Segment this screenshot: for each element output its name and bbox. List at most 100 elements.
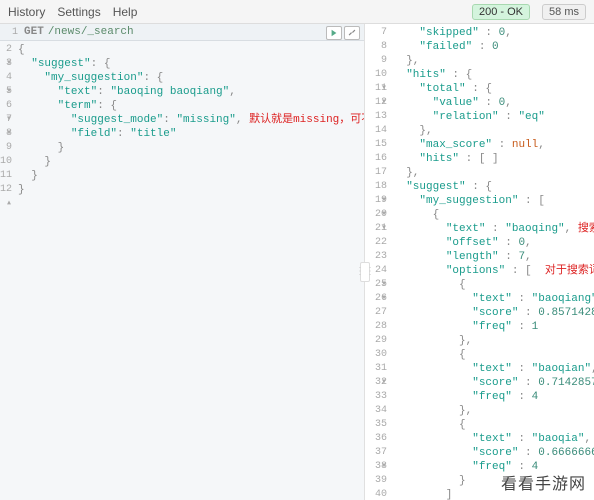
code-line: "text" : "baoqian", (393, 362, 594, 376)
line-number: 3 (0, 57, 18, 71)
timing-badge: 58 ms (542, 4, 586, 20)
options-button[interactable] (344, 26, 360, 40)
code-line: "my_suggestion": { (18, 71, 364, 85)
code-line: "hits" : { (393, 68, 594, 82)
code-line: "text": "baoqing baoqiang", (18, 85, 364, 99)
code-line: }, (393, 124, 594, 138)
code-line: }, (393, 334, 594, 348)
main-split: 1 GET /news/_search 2 ▾3 4 ▾5 6 ▾7 ▾8 9 … (0, 24, 594, 500)
code-line: } (18, 169, 364, 183)
line-number: 12 (365, 96, 393, 110)
code-line: "relation" : "eq" (393, 110, 594, 124)
line-number: 35 (365, 418, 393, 432)
code-line: "text" : "baoqiang", (393, 292, 594, 306)
code-line: "my_suggestion" : [ (393, 194, 594, 208)
code-line: { (393, 278, 594, 292)
code-line: "score" : 0.85714287, (393, 306, 594, 320)
line-number: 1 (0, 27, 24, 38)
line-number: 8 (365, 40, 393, 54)
code-line: "score" : 0.71428573, (393, 376, 594, 390)
line-number: 17 (365, 166, 393, 180)
code-line: "options" : [ 对于搜索词的建议词 (393, 264, 594, 278)
line-number: 15 (365, 138, 393, 152)
line-number: 33 (365, 390, 393, 404)
line-number: 10 ▾ (365, 68, 393, 82)
line-number: 36 (365, 432, 393, 446)
line-number: 10 (0, 155, 18, 169)
code-line: "skipped" : 0, (393, 26, 594, 40)
line-number: 30 (365, 348, 393, 362)
line-number: 13 (365, 110, 393, 124)
code-line: "offset" : 0, (393, 236, 594, 250)
response-code[interactable]: "skipped" : 0, "failed" : 0 }, "hits" : … (393, 24, 594, 500)
code-line: { (18, 43, 364, 57)
line-number: 14 (365, 124, 393, 138)
code-line: "value" : 0, (393, 96, 594, 110)
line-number: 19 ▾ (365, 194, 393, 208)
code-line: }, (393, 166, 594, 180)
line-number: 37 ▾ (365, 446, 393, 460)
code-line: { (393, 418, 594, 432)
line-number: 12 ▴ (0, 183, 18, 197)
code-line: "suggest": { (18, 57, 364, 71)
line-number: 20 ▾ (365, 208, 393, 222)
code-line: } (18, 141, 364, 155)
line-number: 16 (365, 152, 393, 166)
line-number: 5 (0, 85, 18, 99)
code-line: }, (393, 54, 594, 68)
line-number: 11 (0, 169, 18, 183)
code-line: }, (393, 404, 594, 418)
request-code[interactable]: { "suggest": { "my_suggestion": { "text"… (18, 41, 364, 500)
menu-help[interactable]: Help (113, 5, 138, 19)
code-line: } (18, 183, 364, 197)
menu-settings[interactable]: Settings (57, 5, 100, 19)
line-number: 34 (365, 404, 393, 418)
code-line: "text" : "baoqia", (393, 432, 594, 446)
code-line: "score" : 0.6666666, (393, 446, 594, 460)
line-number: 22 (365, 236, 393, 250)
code-line: ] (393, 488, 594, 500)
code-line: "suggest" : { (393, 180, 594, 194)
request-path: /news/_search (48, 26, 134, 38)
line-number: 28 (365, 320, 393, 334)
line-number: 21 (365, 222, 393, 236)
line-number: 40 (365, 488, 393, 500)
code-line: "suggest_mode": "missing", 默认就是missing，可… (18, 113, 364, 127)
code-line: "freq" : 4 (393, 460, 594, 474)
code-line: "length" : 7, (393, 250, 594, 264)
line-number: 38 (365, 460, 393, 474)
line-number: 32 (365, 376, 393, 390)
code-line: "failed" : 0 (393, 40, 594, 54)
request-pane: 1 GET /news/_search 2 ▾3 4 ▾5 6 ▾7 ▾8 9 … (0, 24, 365, 500)
top-menu-bar: History Settings Help 200 - OK 58 ms (0, 0, 594, 24)
response-pane: 7 8 9 10 ▾11 ▾12 13 14 15 16 17 18 ▾19 ▾… (365, 24, 594, 500)
line-number: 29 (365, 334, 393, 348)
code-line: } (393, 474, 594, 488)
code-line: "freq" : 4 (393, 390, 594, 404)
line-number: 11 ▾ (365, 82, 393, 96)
status-badge: 200 - OK (472, 4, 530, 20)
code-line: "total" : { (393, 82, 594, 96)
code-line: "field": "title" (18, 127, 364, 141)
line-number: 8 (0, 127, 18, 141)
code-line: "hits" : [ ] (393, 152, 594, 166)
line-number: 6 ▾ (0, 99, 18, 113)
line-number: 9 (365, 54, 393, 68)
code-line: { (393, 208, 594, 222)
line-number: 39 (365, 474, 393, 488)
menu-history[interactable]: History (8, 5, 45, 19)
code-line: { (393, 348, 594, 362)
request-line[interactable]: 1 GET /news/_search (0, 24, 364, 41)
split-drag-handle[interactable]: ⋮⋮ (360, 262, 370, 282)
line-number: 9 (0, 141, 18, 155)
code-line: "freq" : 1 (393, 320, 594, 334)
line-number: 7 ▾ (0, 113, 18, 127)
run-button[interactable] (326, 26, 342, 40)
request-editor[interactable]: 2 ▾3 4 ▾5 6 ▾7 ▾8 9 10 11 12 ▴ { "sugges… (0, 41, 364, 500)
code-line: "max_score" : null, (393, 138, 594, 152)
line-number: 18 ▾ (365, 180, 393, 194)
http-method: GET (24, 26, 44, 38)
line-number: 26 (365, 292, 393, 306)
line-gutter: 2 ▾3 4 ▾5 6 ▾7 ▾8 9 10 11 12 ▴ (0, 41, 18, 500)
line-number: 2 ▾ (0, 43, 18, 57)
